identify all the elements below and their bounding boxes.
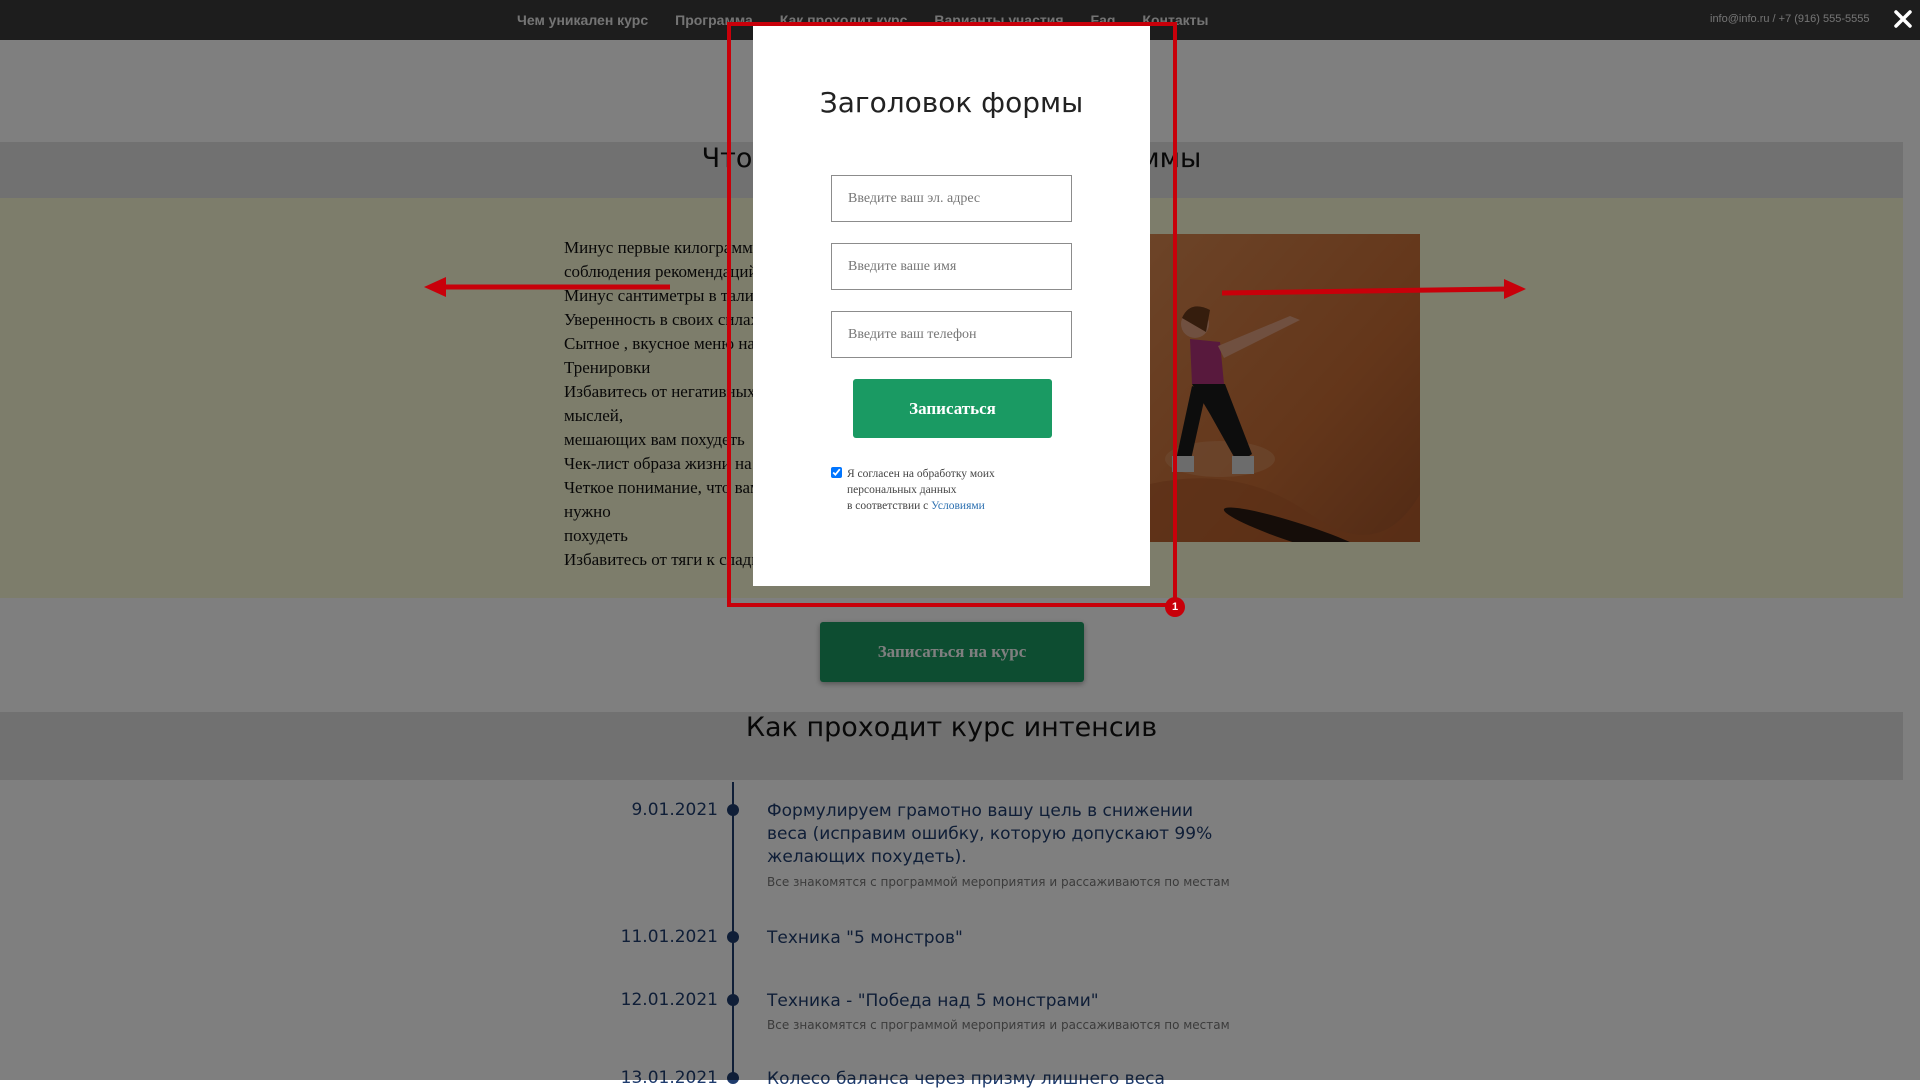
arrow-left-icon [424, 277, 670, 297]
annotation-badge: 1 [1165, 597, 1185, 617]
close-icon[interactable] [1892, 8, 1914, 30]
arrow-right-icon [1222, 279, 1526, 299]
annotation-highlight-box [727, 22, 1177, 607]
